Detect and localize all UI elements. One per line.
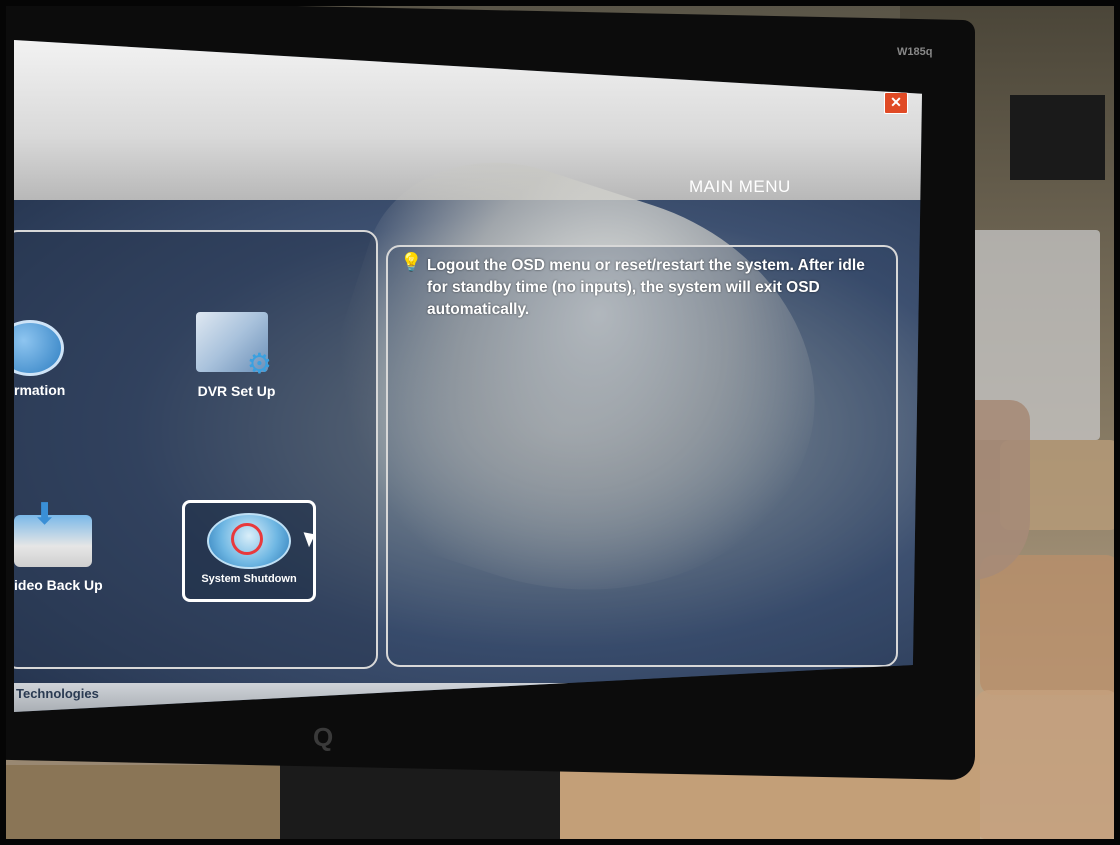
menu-item-video-backup[interactable]: ideo Back Up [14, 577, 124, 593]
close-button[interactable]: ✕ [884, 92, 908, 114]
hint-text: Logout the OSD menu or reset/restart the… [427, 257, 865, 318]
menu-item-information[interactable]: rmation [14, 382, 84, 398]
photo-scene: W185q Q ✕ MAIN MENU rmation DVR Set Up i… [0, 0, 1120, 845]
dvr-setup-icon[interactable] [196, 312, 272, 380]
power-icon [207, 513, 291, 569]
close-icon: ✕ [890, 94, 902, 110]
monitor-model: W185q [897, 46, 933, 58]
menu-item-label: System Shutdown [201, 573, 297, 585]
footer-text: Technologies [16, 686, 99, 701]
chair [975, 690, 1120, 840]
menu-panel [14, 230, 378, 669]
dvr-screen: ✕ MAIN MENU rmation DVR Set Up ideo Back… [14, 40, 922, 712]
video-backup-icon[interactable] [14, 497, 92, 567]
chair [980, 555, 1120, 695]
background-monitor [1010, 95, 1105, 180]
menu-item-dvr-setup[interactable]: DVR Set Up [174, 383, 299, 399]
menu-item-system-shutdown[interactable]: System Shutdown [182, 500, 316, 602]
brand-logo: Q [313, 722, 334, 752]
menu-title: MAIN MENU [689, 177, 791, 196]
lightbulb-icon: 💡 [400, 252, 423, 272]
